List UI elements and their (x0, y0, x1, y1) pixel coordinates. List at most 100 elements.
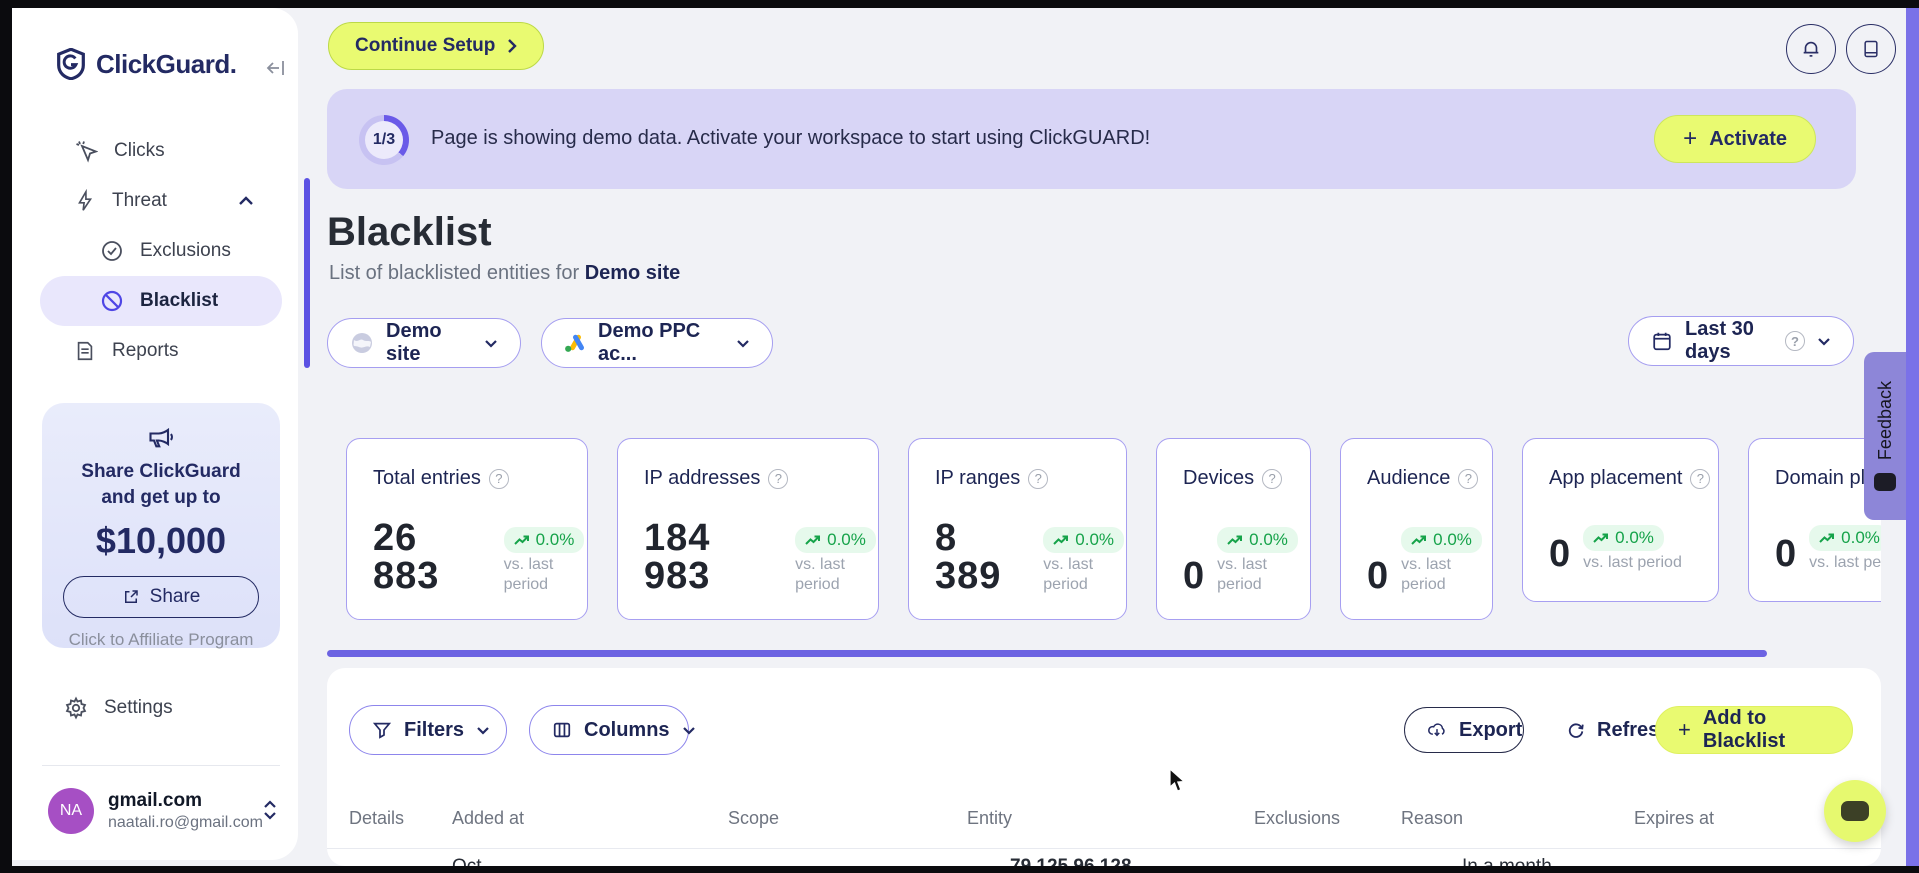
cursor-click-icon (74, 139, 98, 163)
page-subtitle: List of blacklisted entities for Demo si… (329, 262, 680, 285)
stat-label: IP addresses (644, 467, 761, 489)
stat-change: 0.0% (1075, 530, 1115, 549)
column-header-exclusions[interactable]: Exclusions (1254, 808, 1340, 829)
help-icon[interactable]: ? (768, 468, 789, 489)
stat-card-domain-placement: Domain placement? 0 0.0% vs. last period (1748, 438, 1881, 602)
stat-change: 0.0% (1433, 530, 1472, 549)
stat-label: App placement (1549, 467, 1683, 489)
feedback-tab[interactable]: Feedback (1864, 352, 1906, 520)
column-header-expires-at[interactable]: Expires at (1634, 808, 1714, 829)
column-header-reason[interactable]: Reason (1401, 808, 1463, 829)
docs-button[interactable] (1846, 24, 1896, 74)
help-icon[interactable]: ? (1785, 331, 1805, 351)
date-range-value: Last 30 days (1685, 318, 1754, 363)
stat-change: 0.0% (535, 530, 575, 549)
filters-button[interactable]: Filters (349, 705, 507, 755)
stat-label: IP ranges (935, 467, 1021, 489)
stat-card-devices: Devices? 0 0.0% vs. last period (1156, 438, 1311, 620)
promo-footer-link[interactable]: Click to Affiliate Program (42, 630, 280, 650)
stat-change: 0.0% (827, 530, 866, 549)
promo-amount: $10,000 (95, 520, 227, 562)
sidebar-item-exclusions[interactable]: Exclusions (12, 226, 298, 276)
account-switcher[interactable]: NA gmail.com naatali.ro@gmail.com (48, 788, 278, 834)
feedback-chat-icon (1874, 472, 1896, 491)
sidebar-item-threat[interactable]: Threat (12, 176, 298, 226)
chat-launcher-button[interactable] (1824, 780, 1886, 842)
site-selector[interactable]: Demo site (327, 318, 521, 368)
date-range-selector[interactable]: Last 30 days ? (1628, 316, 1854, 366)
stat-value: 0 (1367, 555, 1390, 597)
chat-bubble-icon (1841, 801, 1869, 821)
stat-card-ip-ranges: IP ranges? 8 389 0.0% vs. last period (908, 438, 1127, 620)
sidebar-item-blacklist[interactable]: Blacklist (40, 276, 282, 326)
notifications-button[interactable] (1786, 24, 1836, 74)
stat-value: 0 (1775, 533, 1798, 575)
continue-setup-button[interactable]: Continue Setup (328, 22, 545, 70)
stat-value: 0 (1183, 555, 1206, 597)
columns-button[interactable]: Columns (529, 705, 695, 755)
share-button[interactable]: Share (63, 576, 259, 619)
trend-up-icon (1593, 533, 1609, 543)
column-header-added-at[interactable]: Added at (452, 808, 524, 829)
add-to-blacklist-label: Add to Blacklist (1702, 707, 1786, 752)
sidebar-scrollbar[interactable] (304, 178, 310, 368)
cards-horizontal-scrollbar[interactable] (327, 650, 1767, 657)
add-to-blacklist-button[interactable]: + Add to Blacklist (1655, 706, 1853, 754)
stat-vs-label: vs. last period (503, 556, 554, 593)
collapse-sidebar-icon[interactable] (264, 56, 288, 80)
blacklist-table-panel: Filters Columns Export Refresh + Add to … (327, 668, 1881, 866)
sidebar-item-reports[interactable]: Reports (12, 326, 298, 376)
filter-icon (372, 720, 392, 740)
chevron-down-icon (476, 726, 490, 735)
setup-progress-ring: 1/3 (359, 115, 409, 165)
help-icon[interactable]: ? (1690, 468, 1711, 489)
help-icon[interactable]: ? (1028, 468, 1049, 489)
shield-logo-icon (56, 48, 86, 80)
sidebar-item-label: Exclusions (140, 240, 231, 261)
ppc-account-selector[interactable]: Demo PPC ac... (541, 318, 773, 368)
brand-logo[interactable]: ClickGuard. (56, 48, 237, 80)
activate-button[interactable]: + Activate (1654, 115, 1816, 163)
sidebar: ClickGuard. Clicks Threat Exclusions Bla… (12, 8, 310, 860)
chevron-up-down-icon (262, 798, 278, 822)
trend-up-icon (805, 535, 821, 545)
window-frame-top (0, 0, 1919, 8)
sidebar-item-clicks[interactable]: Clicks (12, 126, 298, 176)
book-icon (1861, 37, 1881, 61)
stat-value: 8 389 (935, 517, 1002, 597)
page-vertical-scrollbar[interactable] (1906, 8, 1919, 866)
column-header-details[interactable]: Details (349, 808, 404, 829)
affiliate-promo-card[interactable]: Share ClickGuard and get up to $10,000 S… (42, 403, 280, 650)
calendar-icon (1651, 330, 1673, 352)
stat-vs-label: vs. last period (1401, 556, 1451, 593)
help-icon[interactable]: ? (1262, 468, 1283, 489)
column-header-entity[interactable]: Entity (967, 808, 1012, 829)
document-icon (74, 339, 96, 363)
google-ads-icon (564, 333, 586, 353)
app-window: ClickGuard. Clicks Threat Exclusions Bla… (0, 0, 1919, 873)
stat-vs-label: vs. last period (1217, 556, 1267, 593)
window-frame-left (0, 0, 12, 873)
sidebar-item-settings[interactable]: Settings (64, 696, 173, 720)
stat-vs-label: vs. last period (1583, 554, 1682, 571)
chevron-up-icon[interactable] (238, 196, 254, 206)
columns-icon (552, 720, 572, 740)
stat-value: 0 (1549, 533, 1572, 575)
lightning-icon (74, 189, 96, 213)
column-header-scope[interactable]: Scope (728, 808, 779, 829)
plus-icon: + (1683, 125, 1698, 152)
stat-card-app-placement: App placement? 0 0.0% vs. last period (1522, 438, 1719, 602)
help-icon[interactable]: ? (1458, 468, 1479, 489)
refresh-button[interactable]: Refresh (1545, 705, 1671, 755)
help-icon[interactable]: ? (488, 468, 509, 489)
stat-card-audience: Audience? 0 0.0% vs. last period (1340, 438, 1493, 620)
bell-icon (1800, 37, 1822, 61)
promo-text: Share ClickGuard and get up to (81, 461, 241, 508)
stat-change: 0.0% (1249, 530, 1288, 549)
trend-up-icon (1411, 535, 1427, 545)
workspace-name: gmail.com (108, 790, 202, 811)
sidebar-item-label: Settings (104, 697, 173, 718)
chevron-down-icon (1817, 337, 1831, 346)
stat-cards-row: Total entries? 26 883 0.0% vs. last peri… (327, 438, 1881, 622)
export-button[interactable]: Export (1404, 707, 1524, 753)
